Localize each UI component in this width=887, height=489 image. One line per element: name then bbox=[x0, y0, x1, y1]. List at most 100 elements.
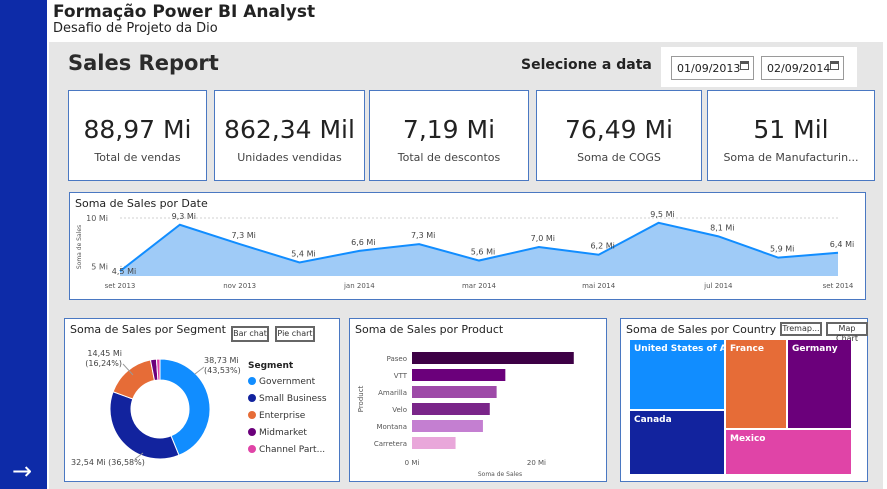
data-label: 7,3 Mi bbox=[411, 231, 435, 240]
page-header: Formação Power BI Analyst Desafio de Pro… bbox=[47, 0, 887, 40]
y-tick-label: 10 Mi bbox=[86, 214, 108, 223]
kpi-value: 51 Mil bbox=[753, 115, 829, 144]
treemap-label: Germany bbox=[792, 344, 838, 354]
x-tick-label: 0 Mi bbox=[405, 459, 420, 467]
treemap-label: Mexico bbox=[730, 434, 766, 444]
segment-chart-card[interactable]: Soma de Sales por Segment Bar chat Pie c… bbox=[64, 318, 340, 482]
category-label: Carretera bbox=[374, 440, 407, 448]
category-label: Amarilla bbox=[378, 389, 407, 397]
kpi-value: 862,34 Mil bbox=[224, 115, 355, 144]
bar-chart: Paseo VTT Amarilla Velo Montana Carretera Prod… bbox=[357, 352, 574, 478]
kpi-label: Unidades vendidas bbox=[237, 151, 342, 164]
data-label: 5,9 Mi bbox=[770, 245, 794, 254]
product-chart-card[interactable]: Soma de Sales por Product Paseo VTT Amaril… bbox=[349, 318, 607, 482]
bar bbox=[412, 386, 497, 398]
legend-label: Channel Part... bbox=[259, 445, 326, 455]
data-label: 4,5 Mi bbox=[112, 267, 136, 276]
treemap-button[interactable]: Tremap... bbox=[780, 322, 822, 336]
y-tick-label: 5 Mi bbox=[91, 262, 108, 271]
data-label: 8,1 Mi bbox=[710, 223, 734, 232]
kpi-card-unidades-vendidas[interactable]: 862,34 Mil Unidades vendidas bbox=[214, 90, 365, 181]
category-label: VTT bbox=[394, 372, 408, 380]
legend-swatch bbox=[248, 377, 256, 385]
treemap-cell[interactable]: Mexico bbox=[726, 430, 851, 474]
report-title: Sales Report bbox=[68, 51, 219, 75]
legend-swatch bbox=[248, 411, 256, 419]
x-tick-label: set 2013 bbox=[105, 282, 136, 290]
legend-label: Small Business bbox=[259, 394, 327, 404]
line-chart-card[interactable]: Soma de Sales por Date 10 Mi 5 Mi Soma de … bbox=[69, 192, 866, 300]
x-tick-label: jul 2014 bbox=[703, 282, 733, 290]
legend-label: Government bbox=[259, 377, 316, 387]
navigation-bar: → bbox=[0, 0, 47, 489]
legend-item[interactable]: Midmarket bbox=[248, 428, 307, 438]
map-chart-button[interactable]: Map Chart bbox=[826, 322, 868, 343]
calendar-icon[interactable] bbox=[740, 61, 749, 70]
slice-annotation: (43,53%) bbox=[204, 366, 241, 375]
data-label: 7,3 Mi bbox=[231, 231, 255, 240]
slice-annotation: 14,45 Mi bbox=[87, 349, 122, 358]
legend-swatch bbox=[248, 394, 256, 402]
kpi-card-soma-manufacturing[interactable]: 51 Mil Soma de Manufacturin... bbox=[707, 90, 875, 181]
legend-item[interactable]: Channel Part... bbox=[248, 445, 325, 455]
x-tick-label: nov 2013 bbox=[223, 282, 256, 290]
y-axis-label: Product bbox=[357, 385, 365, 412]
data-label: 5,4 Mi bbox=[291, 249, 315, 258]
end-date-input[interactable]: 02/09/2014 bbox=[761, 56, 844, 80]
slice-annotation: 32,54 Mi (36,58%) bbox=[71, 458, 145, 467]
data-label: 7,0 Mi bbox=[531, 234, 555, 243]
x-tick-label: jan 2014 bbox=[343, 282, 375, 290]
data-label: 6,2 Mi bbox=[590, 242, 614, 251]
end-date-value: 02/09/2014 bbox=[767, 62, 831, 75]
kpi-value: 7,19 Mi bbox=[402, 115, 496, 144]
kpi-card-soma-cogs[interactable]: 76,49 Mi Soma de COGS bbox=[536, 90, 702, 181]
category-label: Montana bbox=[376, 423, 407, 431]
treemap-cell[interactable]: Canada bbox=[630, 411, 724, 474]
app-subtitle: Desafio de Projeto da Dio bbox=[53, 21, 218, 36]
treemap-cell[interactable]: United States of Am... bbox=[630, 340, 746, 409]
category-label: Paseo bbox=[387, 355, 407, 363]
x-axis-label: Soma de Sales bbox=[478, 471, 522, 478]
date-range-slicer: 01/09/2013 02/09/2014 bbox=[661, 47, 857, 87]
legend-item[interactable]: Small Business bbox=[248, 394, 327, 404]
segment-legend-title: Segment bbox=[248, 361, 294, 371]
slice-annotation: (16,24%) bbox=[85, 359, 122, 368]
x-tick-label: mar 2014 bbox=[462, 282, 497, 290]
start-date-value: 01/09/2013 bbox=[677, 62, 741, 75]
date-filter-label: Selecione a data bbox=[521, 57, 652, 73]
kpi-value: 88,97 Mi bbox=[83, 115, 192, 144]
leader-line bbox=[194, 366, 205, 375]
calendar-icon[interactable] bbox=[830, 61, 839, 70]
category-label: Velo bbox=[392, 406, 407, 414]
arrow-right-icon[interactable]: → bbox=[12, 459, 32, 483]
x-tick-label: set 2014 bbox=[823, 282, 854, 290]
slice-annotation: 38,73 Mi bbox=[204, 356, 239, 365]
country-chart-card[interactable]: Soma de Sales por Country Tremap... Map … bbox=[620, 318, 868, 482]
data-label: 9,3 Mi bbox=[172, 212, 196, 221]
legend-swatch bbox=[248, 445, 256, 453]
legend-label: Enterprise bbox=[259, 411, 306, 421]
kpi-label: Soma de COGS bbox=[577, 151, 661, 164]
bar bbox=[412, 369, 506, 381]
app-title: Formação Power BI Analyst bbox=[53, 2, 316, 22]
start-date-input[interactable]: 01/09/2013 bbox=[671, 56, 754, 80]
treemap-cell[interactable]: France bbox=[726, 340, 786, 428]
kpi-card-total-vendas[interactable]: 88,97 Mi Total de vendas bbox=[68, 90, 207, 181]
x-tick-label: mai 2014 bbox=[582, 282, 616, 290]
legend-swatch bbox=[248, 428, 256, 436]
country-chart-title: Soma de Sales por Country bbox=[626, 323, 777, 336]
legend-item[interactable]: Government bbox=[248, 377, 315, 387]
report-canvas: Sales Report Selecione a data 01/09/2013… bbox=[49, 42, 883, 489]
treemap-cell[interactable]: Germany bbox=[788, 340, 851, 428]
data-label: 6,4 Mi bbox=[830, 240, 854, 249]
legend-item[interactable]: Enterprise bbox=[248, 411, 305, 421]
donut-slice bbox=[109, 391, 180, 460]
kpi-card-total-descontos[interactable]: 7,19 Mi Total de descontos bbox=[369, 90, 529, 181]
kpi-label: Total de vendas bbox=[94, 151, 181, 164]
x-tick-label: 20 Mi bbox=[527, 459, 546, 467]
kpi-value: 76,49 Mi bbox=[564, 115, 674, 144]
data-label: 5,6 Mi bbox=[471, 248, 495, 257]
treemap-label: Canada bbox=[634, 415, 672, 425]
bar bbox=[412, 437, 456, 449]
kpi-label: Total de descontos bbox=[397, 151, 501, 164]
